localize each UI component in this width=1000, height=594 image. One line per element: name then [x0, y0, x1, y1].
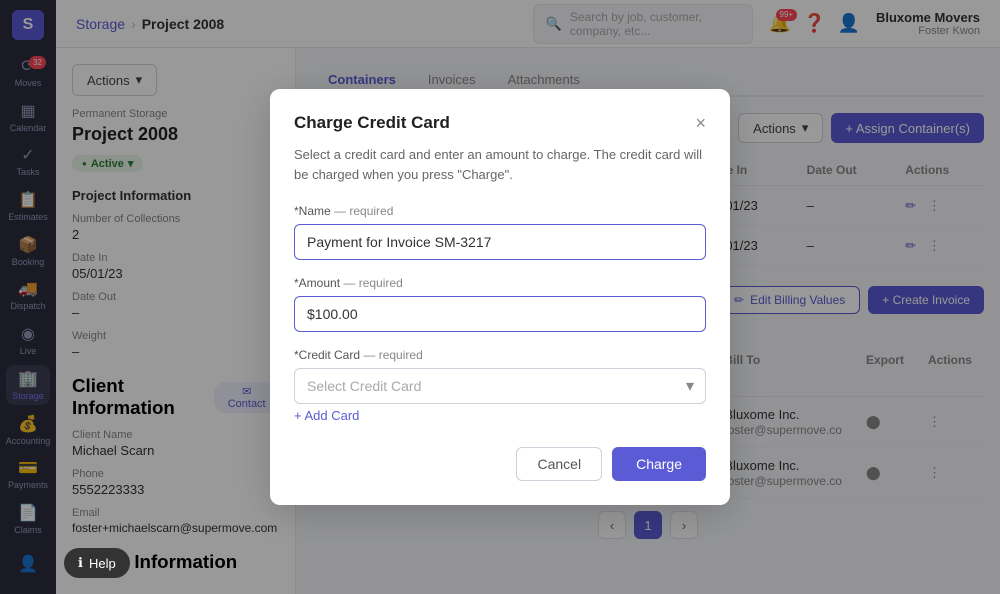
- card-field-label: *Credit Card — required: [294, 348, 706, 362]
- cancel-button[interactable]: Cancel: [516, 447, 602, 481]
- card-select[interactable]: Select Credit Card: [294, 368, 706, 404]
- add-card-label: + Add Card: [294, 408, 359, 423]
- name-field-label: *Name — required: [294, 204, 706, 218]
- modal-close-button[interactable]: ×: [695, 114, 706, 132]
- amount-required: — required: [343, 276, 402, 290]
- help-button[interactable]: ℹ Help: [64, 548, 130, 578]
- help-circle-icon: ℹ: [78, 555, 83, 571]
- card-required: — required: [363, 348, 422, 362]
- amount-field-label: *Amount — required: [294, 276, 706, 290]
- amount-field-group: *Amount — required: [294, 276, 706, 332]
- amount-input[interactable]: [294, 296, 706, 332]
- card-field-group: *Credit Card — required Select Credit Ca…: [294, 348, 706, 427]
- charge-credit-card-modal: Charge Credit Card × Select a credit car…: [270, 89, 730, 505]
- modal-title: Charge Credit Card: [294, 113, 450, 133]
- name-required: — required: [334, 204, 393, 218]
- modal-description: Select a credit card and enter an amount…: [294, 145, 706, 184]
- add-card-button[interactable]: + Add Card: [294, 404, 359, 427]
- charge-button[interactable]: Charge: [612, 447, 706, 481]
- modal-footer: Cancel Charge: [294, 447, 706, 481]
- help-label: Help: [89, 556, 116, 571]
- modal-overlay: Charge Credit Card × Select a credit car…: [0, 0, 1000, 594]
- name-input[interactable]: [294, 224, 706, 260]
- card-select-wrapper: Select Credit Card ▾: [294, 368, 706, 404]
- name-field-group: *Name — required: [294, 204, 706, 260]
- modal-header: Charge Credit Card ×: [294, 113, 706, 133]
